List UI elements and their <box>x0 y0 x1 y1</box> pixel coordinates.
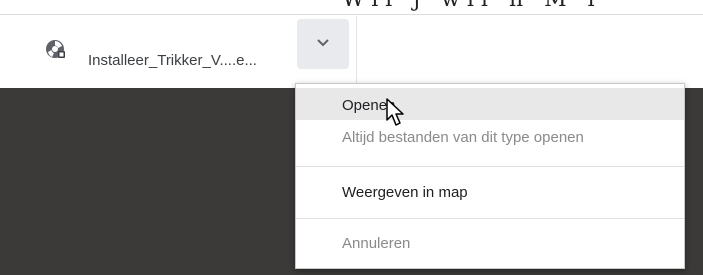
shelf-divider <box>356 16 357 88</box>
menu-item-label: Altijd bestanden van dit type openen <box>342 129 584 146</box>
cutoff-page-text: Wil j wil n M l <box>342 0 602 12</box>
download-file-name: Installeer_Trikker_V....e... <box>88 52 257 69</box>
menu-separator <box>296 218 684 219</box>
background-page-strip: Wil j wil n M l <box>0 0 703 14</box>
disc-installer-icon <box>46 40 65 58</box>
menu-item-always-open-type[interactable]: Altijd bestanden van dit type openen <box>296 120 684 154</box>
menu-item-cancel[interactable]: Annuleren <box>296 222 684 264</box>
chevron-down-icon <box>317 39 329 47</box>
download-context-menu: Openen Altijd bestanden van dit type ope… <box>295 83 685 269</box>
mouse-pointer-icon <box>386 98 404 126</box>
menu-item-label: Weergeven in map <box>342 184 468 201</box>
menu-item-open[interactable]: Openen <box>296 88 684 120</box>
menu-item-label: Annuleren <box>342 235 411 252</box>
menu-separator <box>296 166 684 167</box>
download-menu-button[interactable] <box>297 19 349 69</box>
menu-item-show-in-folder[interactable]: Weergeven in map <box>296 171 684 215</box>
download-shelf: Installeer_Trikker_V....e... <box>0 14 703 89</box>
